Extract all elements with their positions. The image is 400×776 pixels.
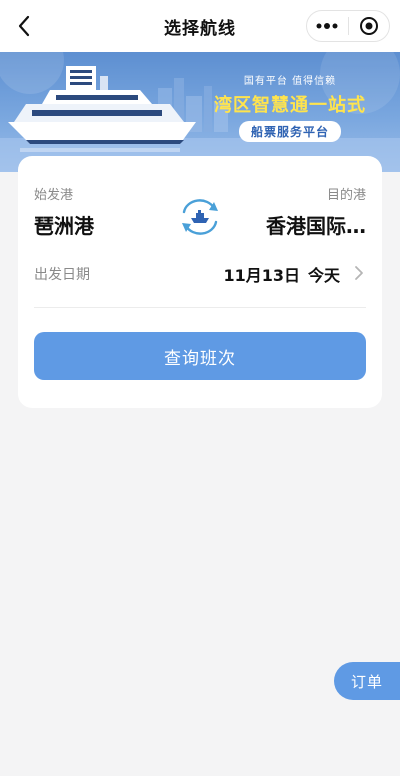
mini-program-capsule <box>306 10 390 42</box>
page-title: 选择航线 <box>164 18 236 39</box>
departure-date-value: 11月13日 今天 <box>223 262 340 286</box>
banner-text-block: 国有平台 值得信赖 湾区智慧通一站式 船票服务平台 <box>210 72 370 142</box>
swap-ship-icon <box>182 199 218 235</box>
date-text: 11月13日 <box>223 266 300 285</box>
swap-ports-button[interactable] <box>178 198 222 236</box>
page-root: 选择航线 国有平台 值得信赖 湾区智慧通一站式 船票服务平台 始发港 目的港 琶… <box>0 0 400 776</box>
departure-date-label: 出发日期 <box>34 267 90 283</box>
origin-port[interactable]: 琶洲港 <box>34 210 94 239</box>
origin-label: 始发港 <box>34 188 74 203</box>
departure-date-row[interactable]: 出发日期 11月13日 今天 <box>34 256 366 308</box>
banner-pill: 船票服务平台 <box>238 121 341 142</box>
target-close-icon <box>359 17 378 35</box>
banner-subtitle: 国有平台 值得信赖 <box>243 76 337 87</box>
destination-port[interactable]: 香港国际… <box>266 210 366 239</box>
orders-button[interactable]: 订单 <box>334 662 400 700</box>
route-card: 始发港 目的港 琶洲港 香港国际… 出发日期 11月13日 今天 查询班次 <box>18 156 382 408</box>
more-button[interactable] <box>307 11 348 41</box>
back-button[interactable] <box>10 12 38 40</box>
search-schedules-button[interactable]: 查询班次 <box>34 332 366 380</box>
promo-banner[interactable]: 国有平台 值得信赖 湾区智慧通一站式 船票服务平台 <box>0 52 400 172</box>
banner-headline: 湾区智慧通一站式 <box>214 95 366 116</box>
chevron-right-icon <box>355 266 363 280</box>
close-button[interactable] <box>348 11 389 41</box>
nav-bar: 选择航线 <box>0 0 400 52</box>
destination-label: 目的港 <box>326 188 366 203</box>
more-dots-icon <box>316 23 338 29</box>
port-row: 始发港 目的港 琶洲港 香港国际… <box>18 156 382 246</box>
date-day-hint: 今天 <box>307 266 340 285</box>
back-arrow-icon <box>18 15 30 37</box>
